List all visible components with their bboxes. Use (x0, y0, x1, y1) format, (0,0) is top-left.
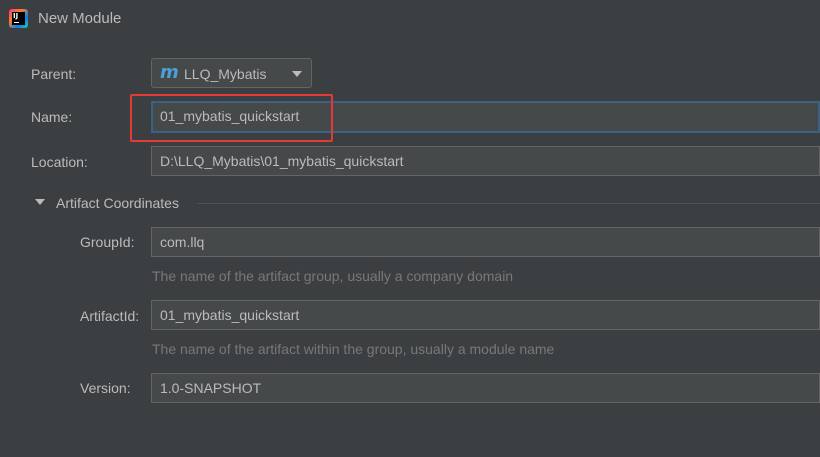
location-label: Location: (31, 154, 88, 170)
artifact-coordinates-header[interactable]: Artifact Coordinates (56, 194, 179, 212)
intellij-idea-icon: IJ (9, 9, 28, 28)
parent-value: LLQ_Mybatis (184, 66, 267, 82)
version-label: Version: (80, 380, 131, 396)
groupid-hint: The name of the artifact group, usually … (152, 268, 514, 284)
location-input[interactable]: D:\LLQ_Mybatis\01_mybatis_quickstart (151, 146, 820, 176)
artifactid-label: ArtifactId: (80, 308, 140, 324)
title-bar: IJ New Module (0, 0, 820, 38)
dialog-title: New Module (38, 10, 122, 27)
parent-dropdown[interactable]: m LLQ_Mybatis (151, 58, 312, 88)
parent-label: Parent: (31, 66, 77, 82)
maven-module-icon: m (160, 62, 179, 83)
section-divider (197, 203, 820, 204)
name-label: Name: (31, 109, 73, 125)
groupid-label: GroupId: (80, 234, 135, 250)
chevron-down-icon (292, 71, 302, 77)
groupid-input[interactable]: com.llq (151, 227, 820, 257)
artifactid-hint: The name of the artifact within the grou… (152, 341, 555, 357)
name-input[interactable]: 01_mybatis_quickstart (151, 101, 820, 133)
artifactid-input[interactable]: 01_mybatis_quickstart (151, 300, 820, 330)
version-input[interactable]: 1.0-SNAPSHOT (151, 373, 820, 403)
new-module-dialog: IJ New Module Parent: m LLQ_Mybatis Name… (0, 0, 820, 457)
section-expand-icon[interactable] (35, 199, 45, 205)
